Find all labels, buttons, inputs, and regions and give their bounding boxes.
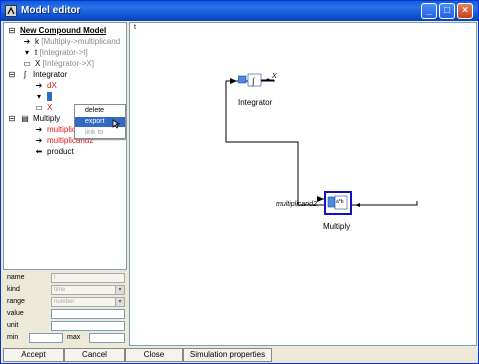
kind-select[interactable]: time ▾ xyxy=(51,285,125,295)
tree-item-name: product xyxy=(47,147,74,156)
prop-label: max xyxy=(67,334,81,341)
footer-bar: Accept Cancel Close Simulation propertie… xyxy=(1,346,478,364)
arrow-right-icon: ➔ xyxy=(23,37,31,46)
tree-item-detail: [Multiply->multiplicand xyxy=(41,37,121,46)
tree-item-name: X xyxy=(35,59,41,68)
prop-name-row: name t xyxy=(3,273,127,284)
integrator-icon: ∫ xyxy=(23,70,27,79)
input-arrow-icon: ➔ xyxy=(35,136,43,145)
tree-node-integrator[interactable]: ⊟ ∫ Integrator xyxy=(7,69,68,80)
menu-item-delete[interactable]: delete xyxy=(75,106,125,116)
close-icon: × xyxy=(462,5,468,16)
range-value: number xyxy=(54,299,75,305)
tree-node-label: Integrator xyxy=(33,70,68,79)
tree-item-detail: [Integrator->t] xyxy=(39,48,88,57)
prop-minmax-row: min max xyxy=(3,333,127,344)
compound-model-icon: ⊟ xyxy=(8,26,16,35)
title-bar[interactable]: Model editor _ □ × xyxy=(1,1,478,21)
maximize-icon: □ xyxy=(443,5,451,16)
tree-item-detail: [Integrator->X] xyxy=(42,59,94,68)
simulation-properties-button[interactable]: Simulation properties xyxy=(183,348,272,362)
prop-label: min xyxy=(7,334,19,341)
close-window-button[interactable]: × xyxy=(457,3,473,19)
cancel-button[interactable]: Cancel xyxy=(64,348,125,362)
prop-kind-row: kind time ▾ xyxy=(3,285,127,296)
collapse-toggle-icon[interactable]: ⊟ xyxy=(7,113,17,124)
app-icon xyxy=(5,5,17,17)
prop-range-row: range number ▾ xyxy=(3,297,127,308)
close-button[interactable]: Close xyxy=(125,348,183,362)
tree-item-X-port[interactable]: ▭ X xyxy=(34,102,52,113)
chevron-down-icon: ▾ xyxy=(115,298,124,306)
diagram-connections xyxy=(225,78,418,207)
monitor-icon: ▭ xyxy=(23,59,31,68)
prop-label: value xyxy=(7,310,24,317)
accept-button[interactable]: Accept xyxy=(3,348,64,362)
name-field[interactable]: t xyxy=(51,273,125,283)
menu-item-link-to[interactable]: link to xyxy=(75,128,125,138)
t-input-icon: ▾ xyxy=(36,92,41,101)
tree-item-name: k xyxy=(35,37,39,46)
integrator-label: Integrator xyxy=(238,98,273,107)
prop-label: range xyxy=(7,298,25,305)
properties-panel: name t kind time ▾ range number ▾ value un… xyxy=(3,271,127,343)
kind-value: time xyxy=(54,287,66,293)
max-field[interactable] xyxy=(89,333,125,343)
value-field[interactable] xyxy=(51,309,125,319)
multiply-input-label: multiplicand2 xyxy=(276,201,317,208)
t-input-icon: ▾ xyxy=(24,48,29,57)
chevron-down-icon: ▾ xyxy=(115,286,124,294)
unit-field[interactable] xyxy=(51,321,125,331)
tree-item-selection xyxy=(47,92,52,102)
name-value: t xyxy=(54,275,56,281)
prop-value-row: value xyxy=(3,309,127,320)
tree-item-dX[interactable]: ➔ dX xyxy=(34,80,57,91)
collapse-toggle-icon[interactable]: ⊟ xyxy=(7,69,17,80)
prop-label: unit xyxy=(7,322,19,329)
tree-node-label: Multiply xyxy=(33,114,61,123)
prop-label: name xyxy=(7,274,25,281)
tree-item-t-port[interactable]: ▾ xyxy=(34,91,52,102)
window-title: Model editor xyxy=(21,5,81,16)
minimize-button[interactable]: _ xyxy=(421,3,437,19)
input-arrow-icon: ➔ xyxy=(35,125,43,134)
prop-label: kind xyxy=(7,286,20,293)
tree-root[interactable]: ⊟ New Compound Model xyxy=(7,25,107,36)
tree-item-name: t xyxy=(35,48,38,57)
model-canvas[interactable]: t ∫ X Integrator multiplicand2 a*b Multi… xyxy=(129,22,477,346)
input-arrow-icon: ➔ xyxy=(35,81,43,90)
range-select[interactable]: number ▾ xyxy=(51,297,125,307)
tree-item-name: dX xyxy=(47,81,57,90)
tree-item-k[interactable]: ➔ k [Multiply->multiplicand xyxy=(22,36,121,47)
multiply-icon: ▤ xyxy=(21,114,29,123)
tree-item-name: X xyxy=(47,103,53,112)
model-editor-window: Model editor _ □ × ⊟ New Compound Model ➔… xyxy=(0,0,479,364)
multiply-block[interactable]: a*b xyxy=(324,191,352,215)
multiply-symbol: a*b xyxy=(336,199,344,205)
integrator-output-label: X xyxy=(272,73,277,80)
mouse-cursor-icon xyxy=(112,119,120,129)
model-tree[interactable]: ⊟ New Compound Model ➔ k [Multiply->multip… xyxy=(3,22,127,270)
tree-item-t[interactable]: ▾ t [Integrator->t] xyxy=(22,47,88,58)
multiply-label: Multiply xyxy=(323,222,351,231)
min-field[interactable] xyxy=(29,333,63,343)
prop-unit-row: unit xyxy=(3,321,127,332)
minimize-icon: _ xyxy=(426,5,432,16)
tree-root-label: New Compound Model xyxy=(20,26,107,35)
tree-item-X[interactable]: ▭ X [Integrator->X] xyxy=(22,58,94,69)
output-arrow-icon: ⬅ xyxy=(35,147,43,156)
tree-node-multiply[interactable]: ⊟ ▤ Multiply xyxy=(7,113,60,124)
monitor-icon: ▭ xyxy=(35,103,43,112)
maximize-button[interactable]: □ xyxy=(439,3,455,19)
tree-item-product[interactable]: ⬅ product xyxy=(34,146,74,157)
